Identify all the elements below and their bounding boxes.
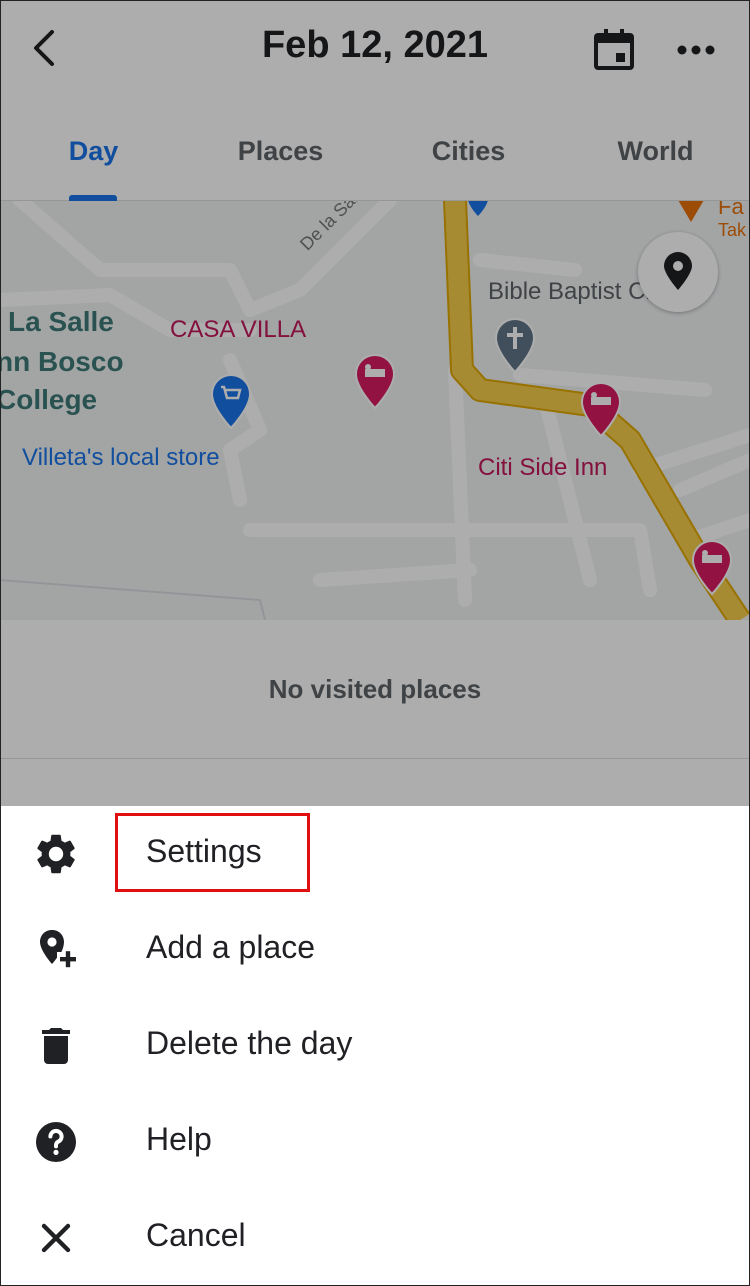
menu-item-add-place[interactable]: Add a place xyxy=(0,902,750,998)
menu-item-cancel[interactable]: Cancel xyxy=(0,1190,750,1286)
dim-overlay[interactable] xyxy=(0,0,750,806)
help-icon xyxy=(36,1122,76,1162)
menu-item-label: Cancel xyxy=(146,1217,246,1253)
menu-item-settings[interactable]: Settings xyxy=(0,806,750,902)
add-location-icon xyxy=(40,930,76,968)
trash-icon xyxy=(42,1028,70,1064)
menu-item-label: Help xyxy=(146,1121,212,1157)
menu-item-delete-day[interactable]: Delete the day xyxy=(0,998,750,1094)
action-sheet: Settings Add a place Delete the day Help… xyxy=(0,806,750,1286)
highlight-box xyxy=(115,813,310,892)
gear-icon xyxy=(37,834,75,874)
menu-item-label: Add a place xyxy=(146,929,316,965)
close-icon xyxy=(41,1223,71,1253)
menu-item-help[interactable]: Help xyxy=(0,1094,750,1190)
menu-item-label: Delete the day xyxy=(146,1025,353,1061)
